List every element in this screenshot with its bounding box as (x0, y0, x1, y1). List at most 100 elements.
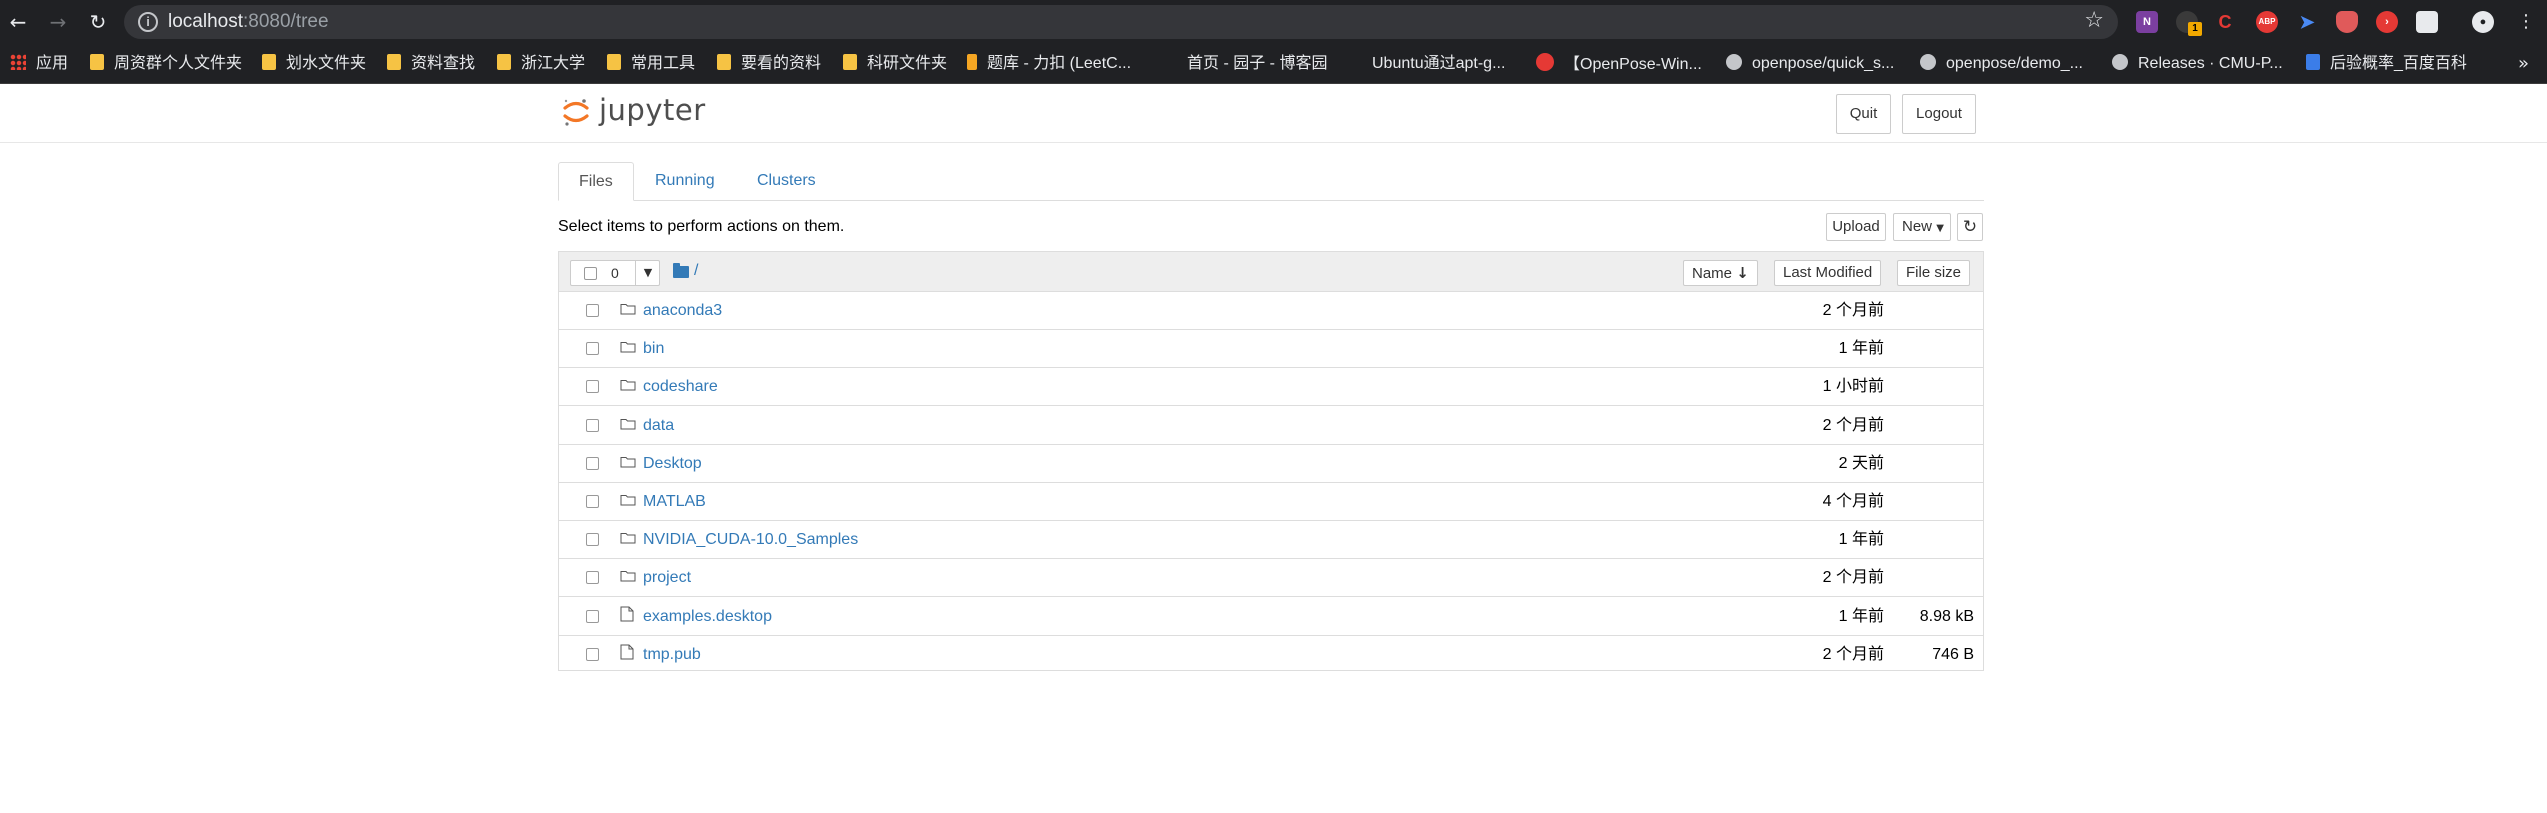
refresh-icon[interactable]: ↻ (1957, 213, 1983, 241)
file-row[interactable]: MATLAB 4 个月前 (559, 483, 1983, 521)
shield-extension-icon[interactable] (2336, 11, 2358, 33)
profile-avatar-icon[interactable]: ● (2472, 11, 2494, 33)
file-row[interactable]: anaconda3 2 个月前 (559, 292, 1983, 330)
file-name-link[interactable]: project (643, 567, 691, 589)
folder-icon (620, 455, 636, 468)
sort-name-label: Name (1692, 265, 1733, 282)
file-modified: 2 个月前 (1822, 416, 1884, 434)
breadcrumb[interactable]: / (694, 262, 698, 280)
bookmark-github[interactable]: openpose/quick_s... (1726, 53, 1894, 75)
folder-icon (620, 531, 636, 544)
bookmark-folder[interactable]: 浙江大学 (497, 53, 585, 75)
sort-by-name-button[interactable]: Name ↓ (1683, 260, 1758, 286)
file-row[interactable]: tmp.pub 2 个月前 746 B (559, 636, 1983, 674)
bookmark-folder[interactable]: 科研文件夹 (843, 53, 947, 75)
bookmark-folder[interactable]: 资料查找 (387, 53, 475, 75)
file-icon (620, 606, 636, 622)
file-size: 746 B (1932, 645, 1974, 663)
file-name-link[interactable]: MATLAB (643, 491, 706, 513)
pocket-extension-icon[interactable]: › (2376, 11, 2398, 33)
bookmark-leetcode[interactable]: 题库 - 力扣 (LeetC... (967, 53, 1131, 75)
tab-running[interactable]: Running (635, 162, 735, 200)
file-row[interactable]: Desktop 2 天前 (559, 445, 1983, 483)
selected-count: 0 (611, 265, 619, 281)
tab-clusters[interactable]: Clusters (737, 162, 836, 200)
file-row[interactable]: bin 1 年前 (559, 330, 1983, 369)
folder-icon (262, 54, 276, 70)
bookmark-github[interactable]: openpose/demo_... (1920, 53, 2083, 75)
folder-home-icon[interactable] (673, 263, 689, 278)
file-modified: 4 个月前 (1822, 493, 1884, 510)
bookmark-apps[interactable]: 应用 (10, 53, 68, 75)
bookmark-folder[interactable]: 常用工具 (607, 53, 695, 75)
onenote-extension-icon[interactable]: N (2136, 11, 2158, 33)
row-checkbox[interactable] (586, 571, 599, 585)
sort-by-size-button[interactable]: File size (1897, 260, 1971, 286)
select-all-checkbox[interactable] (584, 267, 597, 280)
bookmark-page[interactable]: Ubuntu通过apt-g... (1348, 53, 1505, 75)
bookmark-baidu[interactable]: 后验概率_百度百科 (2306, 53, 2467, 75)
row-checkbox[interactable] (586, 380, 599, 394)
sort-by-modified-button[interactable]: Last Modified (1774, 260, 1882, 286)
address-bar[interactable]: i localhost:8080/tree ☆ (124, 5, 2118, 39)
image-extension-icon[interactable] (2416, 11, 2438, 33)
bookmark-github[interactable]: Releases · CMU-P... (2112, 53, 2283, 75)
apps-grid-icon (10, 54, 26, 70)
file-name-link[interactable]: Desktop (643, 453, 702, 475)
bookmark-csdn[interactable]: 【OpenPose-Win... (1536, 53, 1702, 75)
file-row[interactable]: data 2 个月前 (559, 407, 1983, 445)
new-dropdown-button[interactable]: New ▼ (1893, 213, 1951, 241)
csdn-extension-icon[interactable]: C (2214, 11, 2236, 33)
quit-button[interactable]: Quit (1836, 94, 1891, 134)
forward-arrow-icon[interactable]: → (44, 8, 72, 36)
file-name-link[interactable]: NVIDIA_CUDA-10.0_Samples (643, 529, 858, 551)
file-name-link[interactable]: tmp.pub (643, 644, 701, 666)
row-checkbox[interactable] (586, 304, 599, 317)
row-checkbox[interactable] (586, 533, 599, 547)
bookmark-folder[interactable]: 周资群个人文件夹 (90, 53, 242, 75)
file-row[interactable]: project 2 个月前 (559, 559, 1983, 598)
new-label: New (1902, 218, 1933, 235)
row-checkbox[interactable] (586, 495, 599, 508)
logo-text: jupyter (599, 93, 706, 127)
reload-icon[interactable]: ↻ (84, 8, 112, 36)
bookmarks-overflow-icon[interactable]: » (2518, 53, 2529, 74)
bookmark-label: 后验概率_百度百科 (2330, 55, 2467, 72)
bookmark-star-icon[interactable]: ☆ (2084, 8, 2104, 33)
logout-button[interactable]: Logout (1902, 94, 1976, 134)
arrow-down-icon: ↓ (1736, 264, 1749, 282)
file-name-link[interactable]: bin (643, 338, 664, 360)
tab-files[interactable]: Files (558, 162, 634, 201)
file-name-link[interactable]: codeshare (643, 376, 718, 398)
file-row[interactable]: codeshare 1 小时前 (559, 368, 1983, 407)
row-checkbox[interactable] (586, 647, 599, 661)
menu-kebab-icon[interactable]: ⋮ (2512, 8, 2540, 36)
bookmark-folder[interactable]: 要看的资料 (717, 53, 821, 75)
upload-button[interactable]: Upload (1826, 213, 1886, 241)
folder-icon (620, 340, 636, 353)
row-checkbox[interactable] (586, 342, 599, 356)
github-icon (1726, 54, 1742, 70)
file-name-link[interactable]: data (643, 415, 674, 437)
cursor-extension-icon[interactable]: ➤ (2296, 11, 2318, 33)
bookmark-folder[interactable]: 划水文件夹 (262, 53, 366, 75)
file-name-link[interactable]: examples.desktop (643, 606, 772, 628)
file-name-link[interactable]: anaconda3 (643, 300, 722, 322)
caret-down-icon[interactable]: ▼ (635, 261, 660, 285)
back-arrow-icon[interactable]: ← (4, 8, 32, 36)
select-all-dropdown[interactable]: 0 ▼ (570, 260, 660, 286)
site-info-icon[interactable]: i (138, 12, 158, 32)
file-row[interactable]: NVIDIA_CUDA-10.0_Samples 1 年前 (559, 521, 1983, 560)
bookmark-label: Ubuntu通过apt-g... (1372, 55, 1506, 72)
bookmark-label: 周资群个人文件夹 (114, 55, 243, 72)
row-checkbox[interactable] (586, 418, 599, 432)
bookmark-page[interactable]: 首页 - 园子 - 博客园 (1163, 53, 1327, 75)
row-checkbox[interactable] (586, 456, 599, 470)
file-row[interactable]: examples.desktop 1 年前 8.98 kB (559, 598, 1983, 636)
address-url[interactable]: localhost:8080/tree (168, 11, 329, 33)
bookmark-label: openpose/demo_... (1946, 55, 2083, 72)
row-checkbox[interactable] (586, 609, 599, 623)
adblock-extension-icon[interactable]: ABP (2256, 11, 2278, 33)
file-list: 0 ▼ / Name ↓ Last Modified File size ana… (558, 251, 1984, 671)
bookmark-label: 题库 - 力扣 (LeetC... (987, 55, 1132, 72)
